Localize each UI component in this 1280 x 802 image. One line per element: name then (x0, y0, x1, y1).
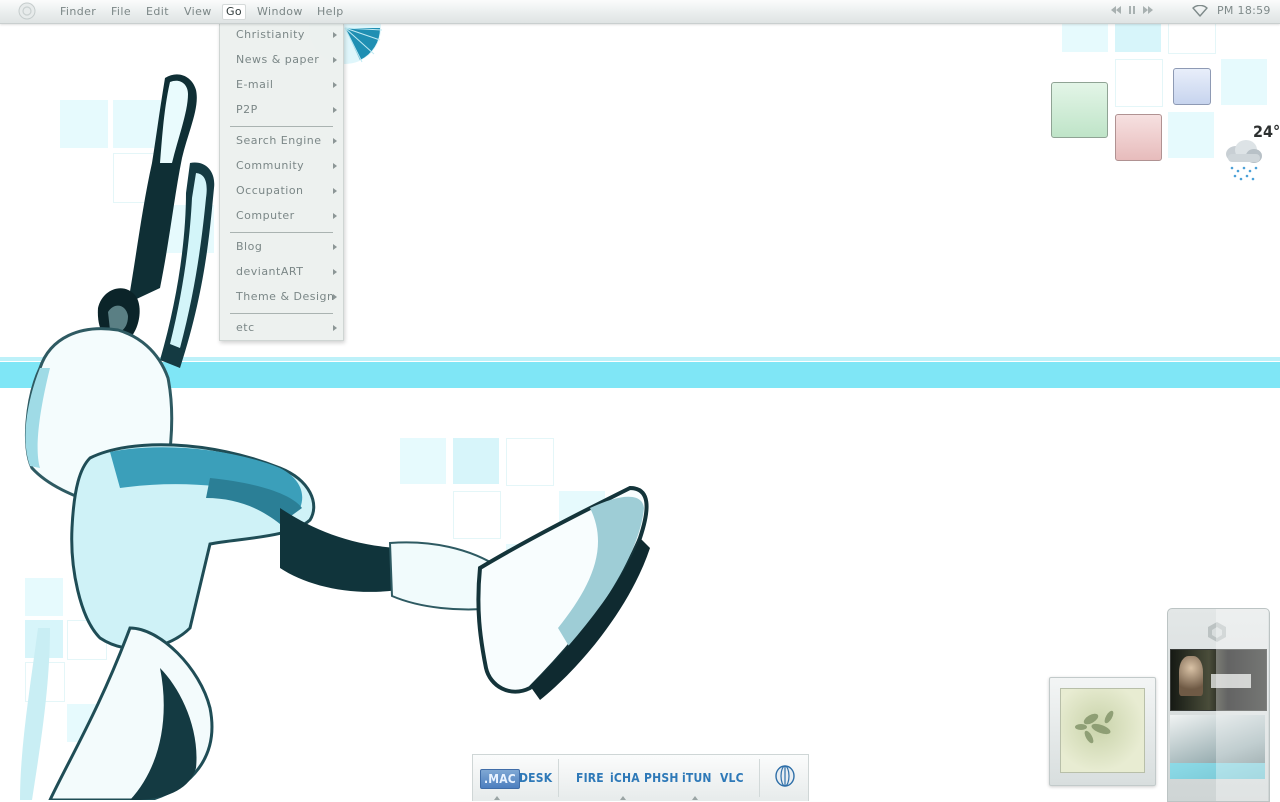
dock-item-mac[interactable]: .MAC (480, 769, 520, 789)
submenu-arrow-icon (333, 269, 337, 275)
menu-edit[interactable]: Edit (142, 4, 173, 20)
dock-item-fire[interactable]: FIRE (576, 769, 604, 787)
menu-help[interactable]: Help (313, 4, 348, 20)
submenu-arrow-icon (333, 82, 337, 88)
rain-cloud-icon (1226, 140, 1262, 181)
menu-item-label: News & paper (236, 53, 320, 66)
menu-item-etc[interactable]: etc (220, 318, 343, 338)
submenu-arrow-icon (333, 294, 337, 300)
dock-item-itun[interactable]: iTUN (682, 769, 712, 787)
menu-item-p2p[interactable]: P2P (220, 100, 343, 120)
menu-go[interactable]: Go (222, 4, 247, 20)
menu-item-theme-design[interactable]: Theme & Design (220, 287, 343, 307)
dock-running-indicator (620, 796, 626, 800)
menu-finder[interactable]: Finder (56, 4, 100, 20)
menu-item-label: Christianity (236, 28, 305, 41)
menu-item-label: Blog (236, 240, 263, 253)
wallpaper-square (1221, 59, 1267, 105)
menu-item-search-engine[interactable]: Search Engine (220, 131, 343, 151)
menu-clock[interactable]: PM 18:59 (1217, 4, 1271, 17)
menu-item-label: etc (236, 321, 255, 334)
menu-bar: Finder File Edit View Go Window Help PM … (0, 0, 1280, 24)
submenu-arrow-icon (333, 213, 337, 219)
dock-item-desk[interactable]: DESK (519, 769, 552, 787)
menu-item-community[interactable]: Community (220, 156, 343, 176)
menu-item-email[interactable]: E-mail (220, 75, 343, 95)
submenu-arrow-icon (333, 107, 337, 113)
submenu-arrow-icon (333, 163, 337, 169)
cover-flow-widget[interactable] (1167, 608, 1270, 802)
media-controls (1110, 5, 1154, 15)
dock-running-indicator (692, 796, 698, 800)
menu-item-computer[interactable]: Computer (220, 206, 343, 226)
menu-item-label: Search Engine (236, 134, 322, 147)
photo-frame-widget[interactable] (1049, 677, 1156, 786)
menu-item-blog[interactable]: Blog (220, 237, 343, 257)
go-menu-dropdown: Christianity News & paper E-mail P2P Sea… (219, 23, 344, 341)
submenu-arrow-icon (333, 57, 337, 63)
apple-logo-icon[interactable] (17, 2, 37, 20)
rewind-icon[interactable] (1110, 5, 1122, 15)
menu-item-christianity[interactable]: Christianity (220, 25, 343, 45)
dock-running-indicator (494, 796, 500, 800)
photo-frame-image (1060, 688, 1145, 773)
widget-tile-blue[interactable] (1173, 68, 1211, 105)
dock-divider (759, 759, 760, 797)
menu-view[interactable]: View (180, 4, 216, 20)
menu-item-label: E-mail (236, 78, 274, 91)
wallpaper-square (1168, 112, 1214, 158)
menu-separator (230, 126, 333, 127)
wallpaper-square (1115, 59, 1163, 107)
menu-item-label: deviantART (236, 265, 304, 278)
dock-trash-icon[interactable] (774, 764, 796, 788)
menu-item-occupation[interactable]: Occupation (220, 181, 343, 201)
pause-icon[interactable] (1128, 5, 1136, 15)
menu-item-label: Computer (236, 209, 295, 222)
dock-item-vlc[interactable]: VLC (720, 769, 744, 787)
widget-tile-pink[interactable] (1115, 114, 1162, 161)
dock-divider (558, 759, 559, 797)
menu-item-label: Occupation (236, 184, 304, 197)
cover-glare (1216, 609, 1268, 801)
leaf-photo (1075, 710, 1114, 744)
submenu-arrow-icon (333, 244, 337, 250)
menu-separator (230, 313, 333, 314)
dock-item-phsh[interactable]: PHSH (644, 769, 679, 787)
wifi-icon[interactable] (1192, 5, 1208, 17)
menu-separator (230, 232, 333, 233)
fast-forward-icon[interactable] (1142, 5, 1154, 15)
submenu-arrow-icon (333, 325, 337, 331)
menu-item-deviantart[interactable]: deviantART (220, 262, 343, 282)
menu-item-label: Community (236, 159, 305, 172)
submenu-arrow-icon (333, 32, 337, 38)
menu-window[interactable]: Window (253, 4, 307, 20)
dock: .MAC DESK FIRE iCHA PHSH iTUN VLC (472, 754, 809, 801)
cover-portrait (1179, 656, 1203, 696)
menu-item-label: P2P (236, 103, 258, 116)
menu-item-label: Theme & Design (236, 290, 335, 303)
menu-item-news-paper[interactable]: News & paper (220, 50, 343, 70)
submenu-arrow-icon (333, 138, 337, 144)
menu-file[interactable]: File (107, 4, 135, 20)
widget-tile-green[interactable] (1051, 82, 1108, 138)
submenu-arrow-icon (333, 188, 337, 194)
dock-item-icha[interactable]: iCHA (610, 769, 640, 787)
